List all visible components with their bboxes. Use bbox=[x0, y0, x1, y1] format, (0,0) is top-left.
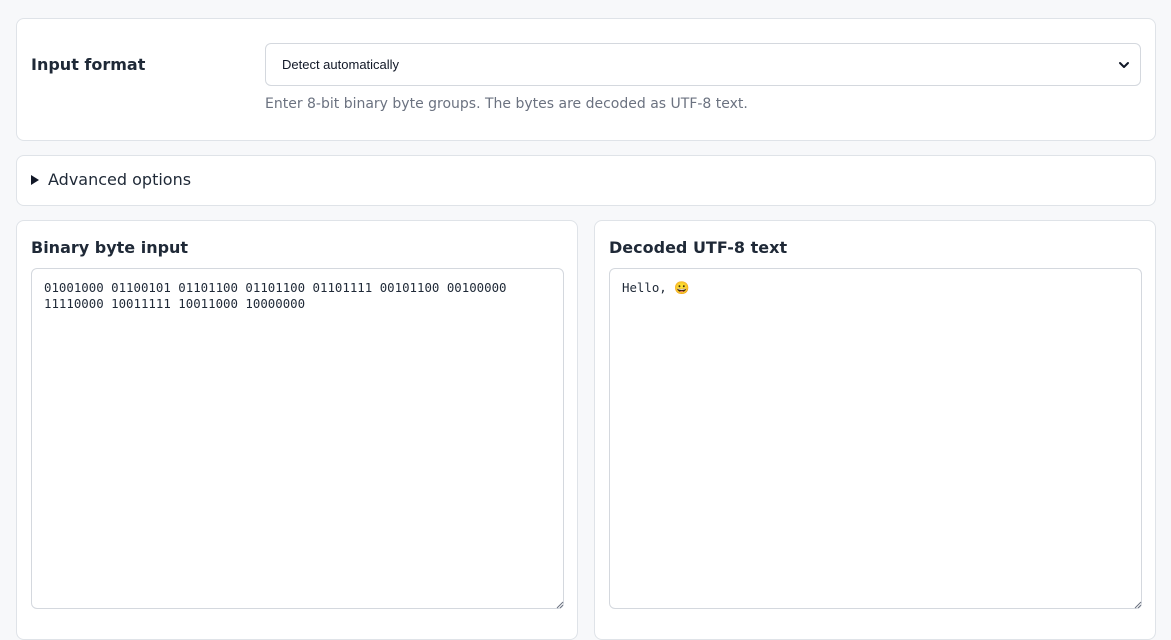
input-format-select[interactable]: Detect automatically bbox=[265, 43, 1141, 86]
decoded-output-textarea[interactable]: Hello, 😀 bbox=[609, 268, 1142, 609]
advanced-options-card: Advanced options bbox=[16, 155, 1156, 206]
input-format-selected-value: Detect automatically bbox=[282, 57, 400, 72]
advanced-options-label: Advanced options bbox=[48, 170, 192, 189]
binary-input-title: Binary byte input bbox=[31, 238, 189, 257]
decoded-output-title: Decoded UTF-8 text bbox=[609, 238, 788, 257]
chevron-down-icon bbox=[1119, 61, 1129, 68]
advanced-options-toggle[interactable]: Advanced options bbox=[31, 170, 191, 189]
binary-input-textarea[interactable]: 01001000 01100101 01101100 01101100 0110… bbox=[31, 268, 564, 609]
disclosure-triangle-icon bbox=[31, 174, 39, 185]
input-format-hint: Enter 8-bit binary byte groups. The byte… bbox=[265, 96, 748, 112]
input-format-label: Input format bbox=[31, 55, 146, 74]
resize-grip-icon[interactable] bbox=[555, 600, 564, 609]
resize-grip-icon[interactable] bbox=[1133, 600, 1142, 609]
input-format-card: Input format Detect automatically Enter … bbox=[16, 18, 1156, 141]
decoded-output-panel: Decoded UTF-8 text Hello, 😀 bbox=[594, 220, 1156, 640]
binary-input-panel: Binary byte input 01001000 01100101 0110… bbox=[16, 220, 578, 640]
